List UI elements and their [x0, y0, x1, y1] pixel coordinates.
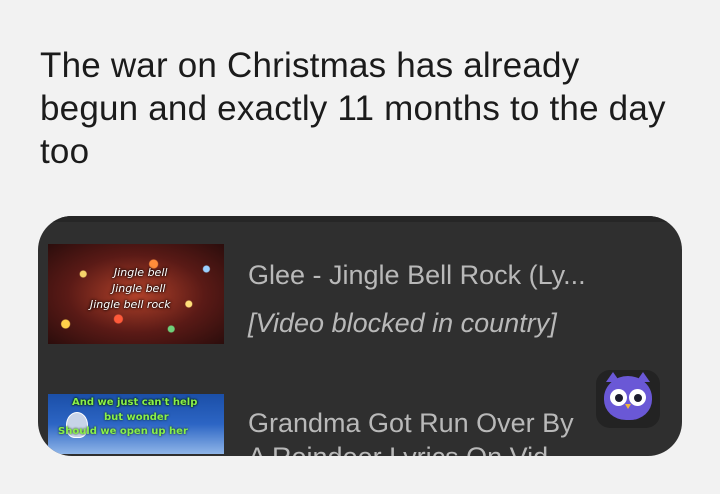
video-subtitle: A Reindeer Lyrics On Vid — [248, 440, 548, 456]
thumbnail-caption: Should we open up her — [58, 426, 188, 437]
video-title[interactable]: Glee - Jingle Bell Rock (Ly... — [248, 258, 668, 292]
owl-beak — [625, 404, 631, 409]
playlist-card: Jingle bell Jingle bell Jingle bell rock… — [38, 216, 682, 456]
post-text: The war on Christmas has already begun a… — [40, 46, 666, 171]
thumbnail-caption: Jingle bell — [114, 266, 168, 279]
video-thumbnail[interactable]: Jingle bell Jingle bell Jingle bell rock — [48, 244, 224, 344]
video-title[interactable]: Grandma Got Run Over By — [248, 406, 618, 440]
video-thumbnail[interactable]: And we just can't help but wonder Should… — [48, 394, 224, 454]
playlist-item-glee-jingle-bell-rock[interactable]: Jingle bell Jingle bell Jingle bell rock… — [38, 244, 682, 354]
thumbnail-caption: And we just can't help — [72, 397, 198, 408]
video-blocked-status: [Video blocked in country] — [248, 308, 557, 338]
thumbnail-caption: Jingle bell rock — [90, 298, 171, 311]
card-top-edge — [38, 216, 682, 222]
owl-floating-button[interactable] — [596, 370, 660, 428]
playlist-item-grandma-got-run-over[interactable]: And we just can't help but wonder Should… — [38, 394, 682, 456]
owl-icon — [604, 372, 652, 420]
owl-eye — [629, 389, 646, 406]
thumbnail-caption: Jingle bell — [112, 282, 166, 295]
thumbnail-caption: but wonder — [104, 412, 169, 423]
